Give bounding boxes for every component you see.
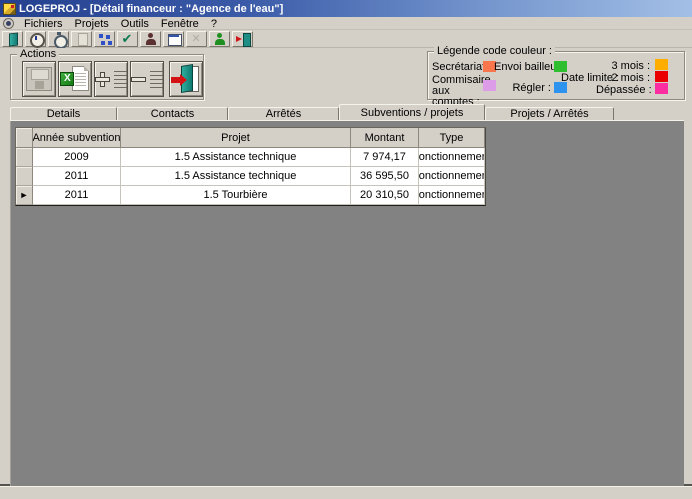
project-grid-icon [97,32,113,46]
subventions-table: Année subvention Projet Montant Type 200… [15,127,486,206]
remove-row-button[interactable] [130,61,164,97]
tab-strip: DetailsContactsArrêtésSubventions / proj… [10,104,684,121]
actions-groupbox: Actions [10,54,204,100]
cell-projet[interactable]: 1.5 Assistance technique [121,148,351,167]
legend-swatch-envoi-bailleur [554,61,567,72]
toolbar-button[interactable] [186,31,207,47]
cell-annee[interactable]: 2011 [33,186,121,205]
app-window: LOGEPROJ - [Détail financeur : "Agence d… [0,0,692,499]
link-icon [189,32,205,46]
tab[interactable]: Projets / Arrêtés [485,107,614,120]
toolbar-button[interactable] [140,31,161,47]
legend-label-3-mois: 3 mois : [608,61,650,72]
legend-swatch-2-mois [655,71,668,82]
menu-bar: FichiersProjetsOutilsFenêtre? [0,17,692,30]
table-row[interactable]: 2011 1.5 Assistance technique 36 595,50 … [16,167,485,186]
table-row[interactable]: 2009 1.5 Assistance technique 7 974,17 F… [16,148,485,167]
actions-label: Actions [17,48,59,60]
legend-swatch-3-mois [655,59,668,70]
table-header-row: Année subvention Projet Montant Type [16,128,485,148]
person-icon [212,32,228,46]
bottom-frame [0,486,692,499]
row-selector-header [16,128,33,148]
add-row-button[interactable] [94,61,128,97]
legend-groupbox: Légende code couleur : Secrétariat : Env… [427,51,685,100]
tab[interactable]: Arrêtés [228,107,339,120]
toolbar-button[interactable] [48,31,69,47]
door-icon [5,32,21,46]
save-button[interactable] [22,61,56,97]
toolbar-button[interactable] [232,31,253,47]
exit-button[interactable] [169,61,203,97]
exit-door-icon [235,32,251,46]
cell-type[interactable]: Fonctionnement [419,186,485,205]
form-list-icon [166,32,182,46]
floppy-disk-icon [26,67,52,91]
tab[interactable]: Subventions / projets [339,104,485,120]
column-header-type: Type [419,128,485,148]
cell-annee[interactable]: 2011 [33,167,121,186]
tab-page-subventions: Année subvention Projet Montant Type 200… [10,121,684,486]
tab[interactable]: Contacts [117,107,228,120]
toolbar-button[interactable] [25,31,46,47]
cell-projet[interactable]: 1.5 Tourbière [121,186,351,205]
menu-item[interactable]: Projets [69,18,115,30]
cell-montant[interactable]: 20 310,50 [351,186,419,205]
export-excel-button[interactable] [58,61,92,97]
top-panel: Actions [0,48,692,104]
excel-export-icon [60,66,90,92]
menu-item[interactable]: Fenêtre [155,18,205,30]
toolbar-button[interactable] [163,31,184,47]
stopwatch-icon [51,32,67,46]
add-list-icon [95,71,127,88]
toolbar-button[interactable] [71,31,92,47]
menu-item[interactable]: Fichiers [18,18,69,30]
toolbar-button[interactable] [209,31,230,47]
table-row[interactable]: 2011 1.5 Tourbière 20 310,50 Fonctionnem… [16,186,485,205]
legend-label-depassee: Dépassée : [596,85,650,96]
document-icon [74,32,90,46]
menu-item[interactable]: Outils [115,18,155,30]
table-body: 2009 1.5 Assistance technique 7 974,17 F… [16,148,485,205]
tab[interactable]: Details [10,107,117,120]
cell-montant[interactable]: 36 595,50 [351,167,419,186]
toolbar-button[interactable] [94,31,115,47]
remove-list-icon [131,71,163,88]
legend-label-regler: Régler : [508,83,551,94]
child-window-icon[interactable] [3,18,14,29]
legend-swatch-depassee [655,83,668,94]
row-selector[interactable] [16,167,33,186]
cell-annee[interactable]: 2009 [33,148,121,167]
validate-check-icon [120,32,136,46]
legend-title: Légende code couleur : [434,45,555,57]
user-icon [143,32,159,46]
column-header-annee: Année subvention [33,128,121,148]
row-selector[interactable] [16,148,33,167]
toolbar-button[interactable] [2,31,23,47]
app-icon [3,3,16,15]
menu-item[interactable]: ? [205,18,223,30]
column-header-montant: Montant [351,128,419,148]
cell-type[interactable]: Fonctionnement [419,167,485,186]
clock-icon [28,32,44,46]
toolbar [0,30,692,48]
window-title: LOGEPROJ - [Détail financeur : "Agence d… [19,3,283,15]
toolbar-button[interactable] [117,31,138,47]
legend-label-2-mois: 2 mois : [608,73,650,84]
legend-label-envoi-bailleur: Envoi bailleur : [494,62,551,73]
cell-projet[interactable]: 1.5 Assistance technique [121,167,351,186]
row-selector[interactable] [16,186,33,205]
legend-swatch-commisaire [483,80,496,91]
cell-montant[interactable]: 7 974,17 [351,148,419,167]
column-header-projet: Projet [121,128,351,148]
work-area: DetailsContactsArrêtésSubventions / proj… [0,104,692,486]
cell-type[interactable]: Fonctionnement [419,148,485,167]
exit-door-icon [171,65,201,93]
